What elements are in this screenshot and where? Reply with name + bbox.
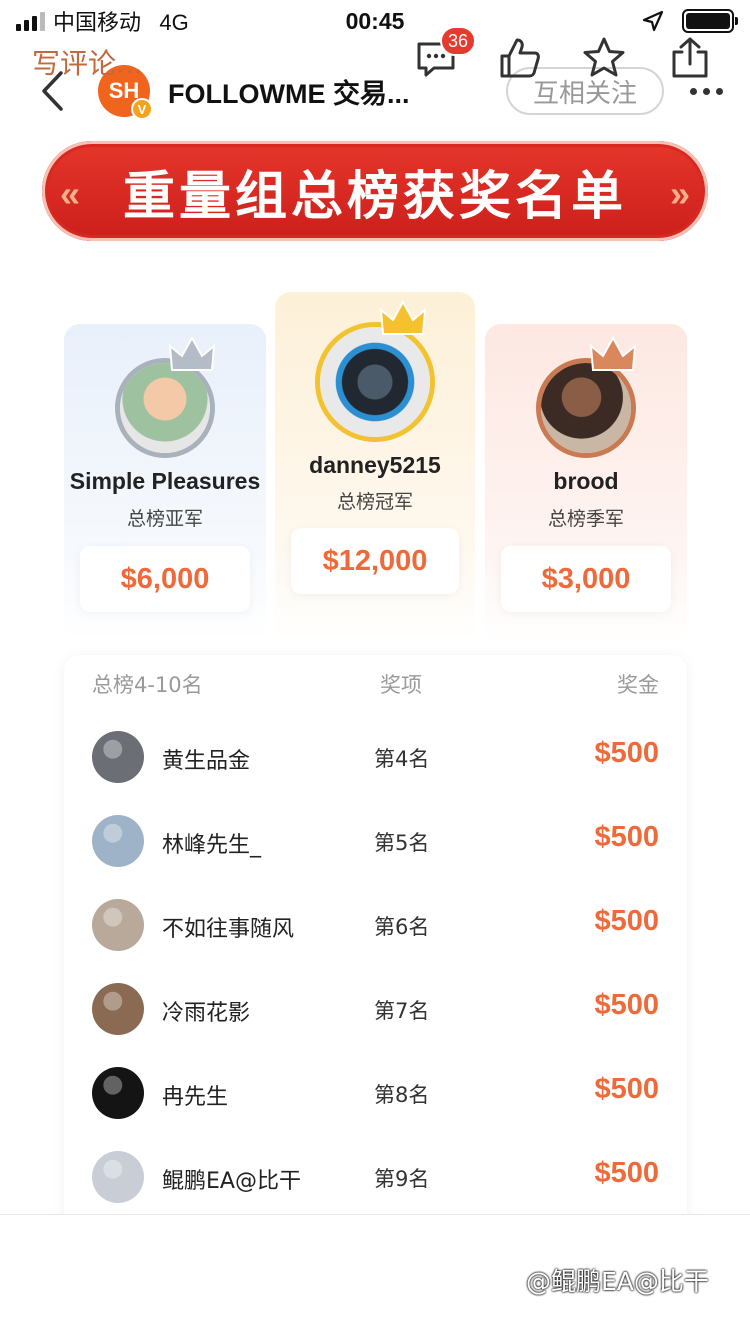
banner-deco-right: » <box>669 173 690 214</box>
row-rank: 第7名 <box>374 999 430 1023</box>
row-rank: 第5名 <box>374 831 430 855</box>
table-row[interactable]: 鲲鹏EA@比干 第9名 $500 <box>64 1135 687 1219</box>
banner-deco-left: « <box>60 173 81 214</box>
prize-amount: $12,000 <box>291 528 459 594</box>
row-prize: $500 <box>594 1073 659 1105</box>
table-row[interactable]: 林峰先生_ 第5名 $500 <box>64 799 687 883</box>
avatar[interactable] <box>92 731 144 783</box>
header-rank-range: 总榜4-10名 <box>92 673 203 697</box>
avatar[interactable] <box>92 1067 144 1119</box>
podium-name: brood <box>553 468 619 494</box>
battery-icon <box>682 9 738 33</box>
carrier-label: 中国移动 4G <box>53 10 189 35</box>
row-name: 鲲鹏EA@比干 <box>162 1169 301 1194</box>
location-arrow-icon <box>642 10 664 32</box>
signal-icon <box>16 11 45 31</box>
row-prize: $500 <box>594 989 659 1021</box>
verified-badge: V <box>131 98 153 120</box>
star-icon[interactable] <box>582 36 626 80</box>
more-icon <box>689 87 697 95</box>
row-rank: 第9名 <box>374 1167 430 1191</box>
podium-rank: 总榜冠军 <box>336 491 413 513</box>
comment-input[interactable]: 写评论... <box>32 42 143 82</box>
row-name: 冷雨花影 <box>162 1001 251 1026</box>
header-award: 奖项 <box>380 673 422 697</box>
crown-icon <box>379 300 427 335</box>
status-bar: 中国移动 4G 00:45 <box>0 0 750 42</box>
podium-name: Simple Pleasures <box>69 468 261 494</box>
row-prize: $500 <box>594 1157 659 1189</box>
row-name: 不如往事随风 <box>162 917 295 942</box>
row-name: 黄生品金 <box>162 749 251 774</box>
row-prize: $500 <box>594 905 659 937</box>
header-prize: 奖金 <box>617 673 659 697</box>
account-title[interactable]: FOLLOWME 交易... <box>168 72 409 111</box>
crown-icon <box>168 336 216 371</box>
avatar[interactable] <box>92 1151 144 1203</box>
avatar[interactable] <box>92 899 144 951</box>
podium-card-second[interactable]: Simple Pleasures 总榜亚军 $6,000 <box>64 324 266 642</box>
podium-name: danney5215 <box>309 452 441 478</box>
crown-icon <box>589 336 637 371</box>
award-banner: « 重量组总榜获奖名单 » <box>42 141 708 241</box>
row-name: 林峰先生_ <box>162 833 262 858</box>
rankings-table: 总榜4-10名 奖项 奖金 黄生品金 第4名 $500 林峰先生_ 第5名 $5… <box>64 655 687 1255</box>
row-rank: 第8名 <box>374 1083 430 1107</box>
podium-card-third[interactable]: brood 总榜季军 $3,000 <box>485 324 687 642</box>
prize-amount: $6,000 <box>80 546 250 612</box>
row-prize: $500 <box>594 737 659 769</box>
avatar[interactable] <box>315 322 435 442</box>
row-prize: $500 <box>594 821 659 853</box>
podium-rank: 总榜季军 <box>547 508 624 530</box>
table-row[interactable]: 黄生品金 第4名 $500 <box>64 715 687 799</box>
podium-card-first[interactable]: danney5215 总榜冠军 $12,000 <box>275 292 475 642</box>
banner-title: 重量组总榜获奖名单 <box>122 166 627 227</box>
prize-amount: $3,000 <box>501 546 671 612</box>
table-row[interactable]: 冉先生 第8名 $500 <box>64 1051 687 1135</box>
watermark-text: @鲲鹏EA@比干 <box>526 1267 709 1296</box>
row-name: 冉先生 <box>162 1085 229 1110</box>
row-rank: 第6名 <box>374 915 430 939</box>
row-rank: 第4名 <box>374 747 430 771</box>
table-row[interactable]: 不如往事随风 第6名 $500 <box>64 883 687 967</box>
share-icon[interactable] <box>668 36 712 80</box>
like-icon[interactable] <box>498 36 542 80</box>
avatar[interactable] <box>92 983 144 1035</box>
table-row[interactable]: 冷雨花影 第7名 $500 <box>64 967 687 1051</box>
podium-rank: 总榜亚军 <box>126 508 203 530</box>
comment-count-badge: 36 <box>440 26 477 56</box>
avatar[interactable] <box>92 815 144 867</box>
table-header: 总榜4-10名 奖项 奖金 <box>64 669 687 701</box>
